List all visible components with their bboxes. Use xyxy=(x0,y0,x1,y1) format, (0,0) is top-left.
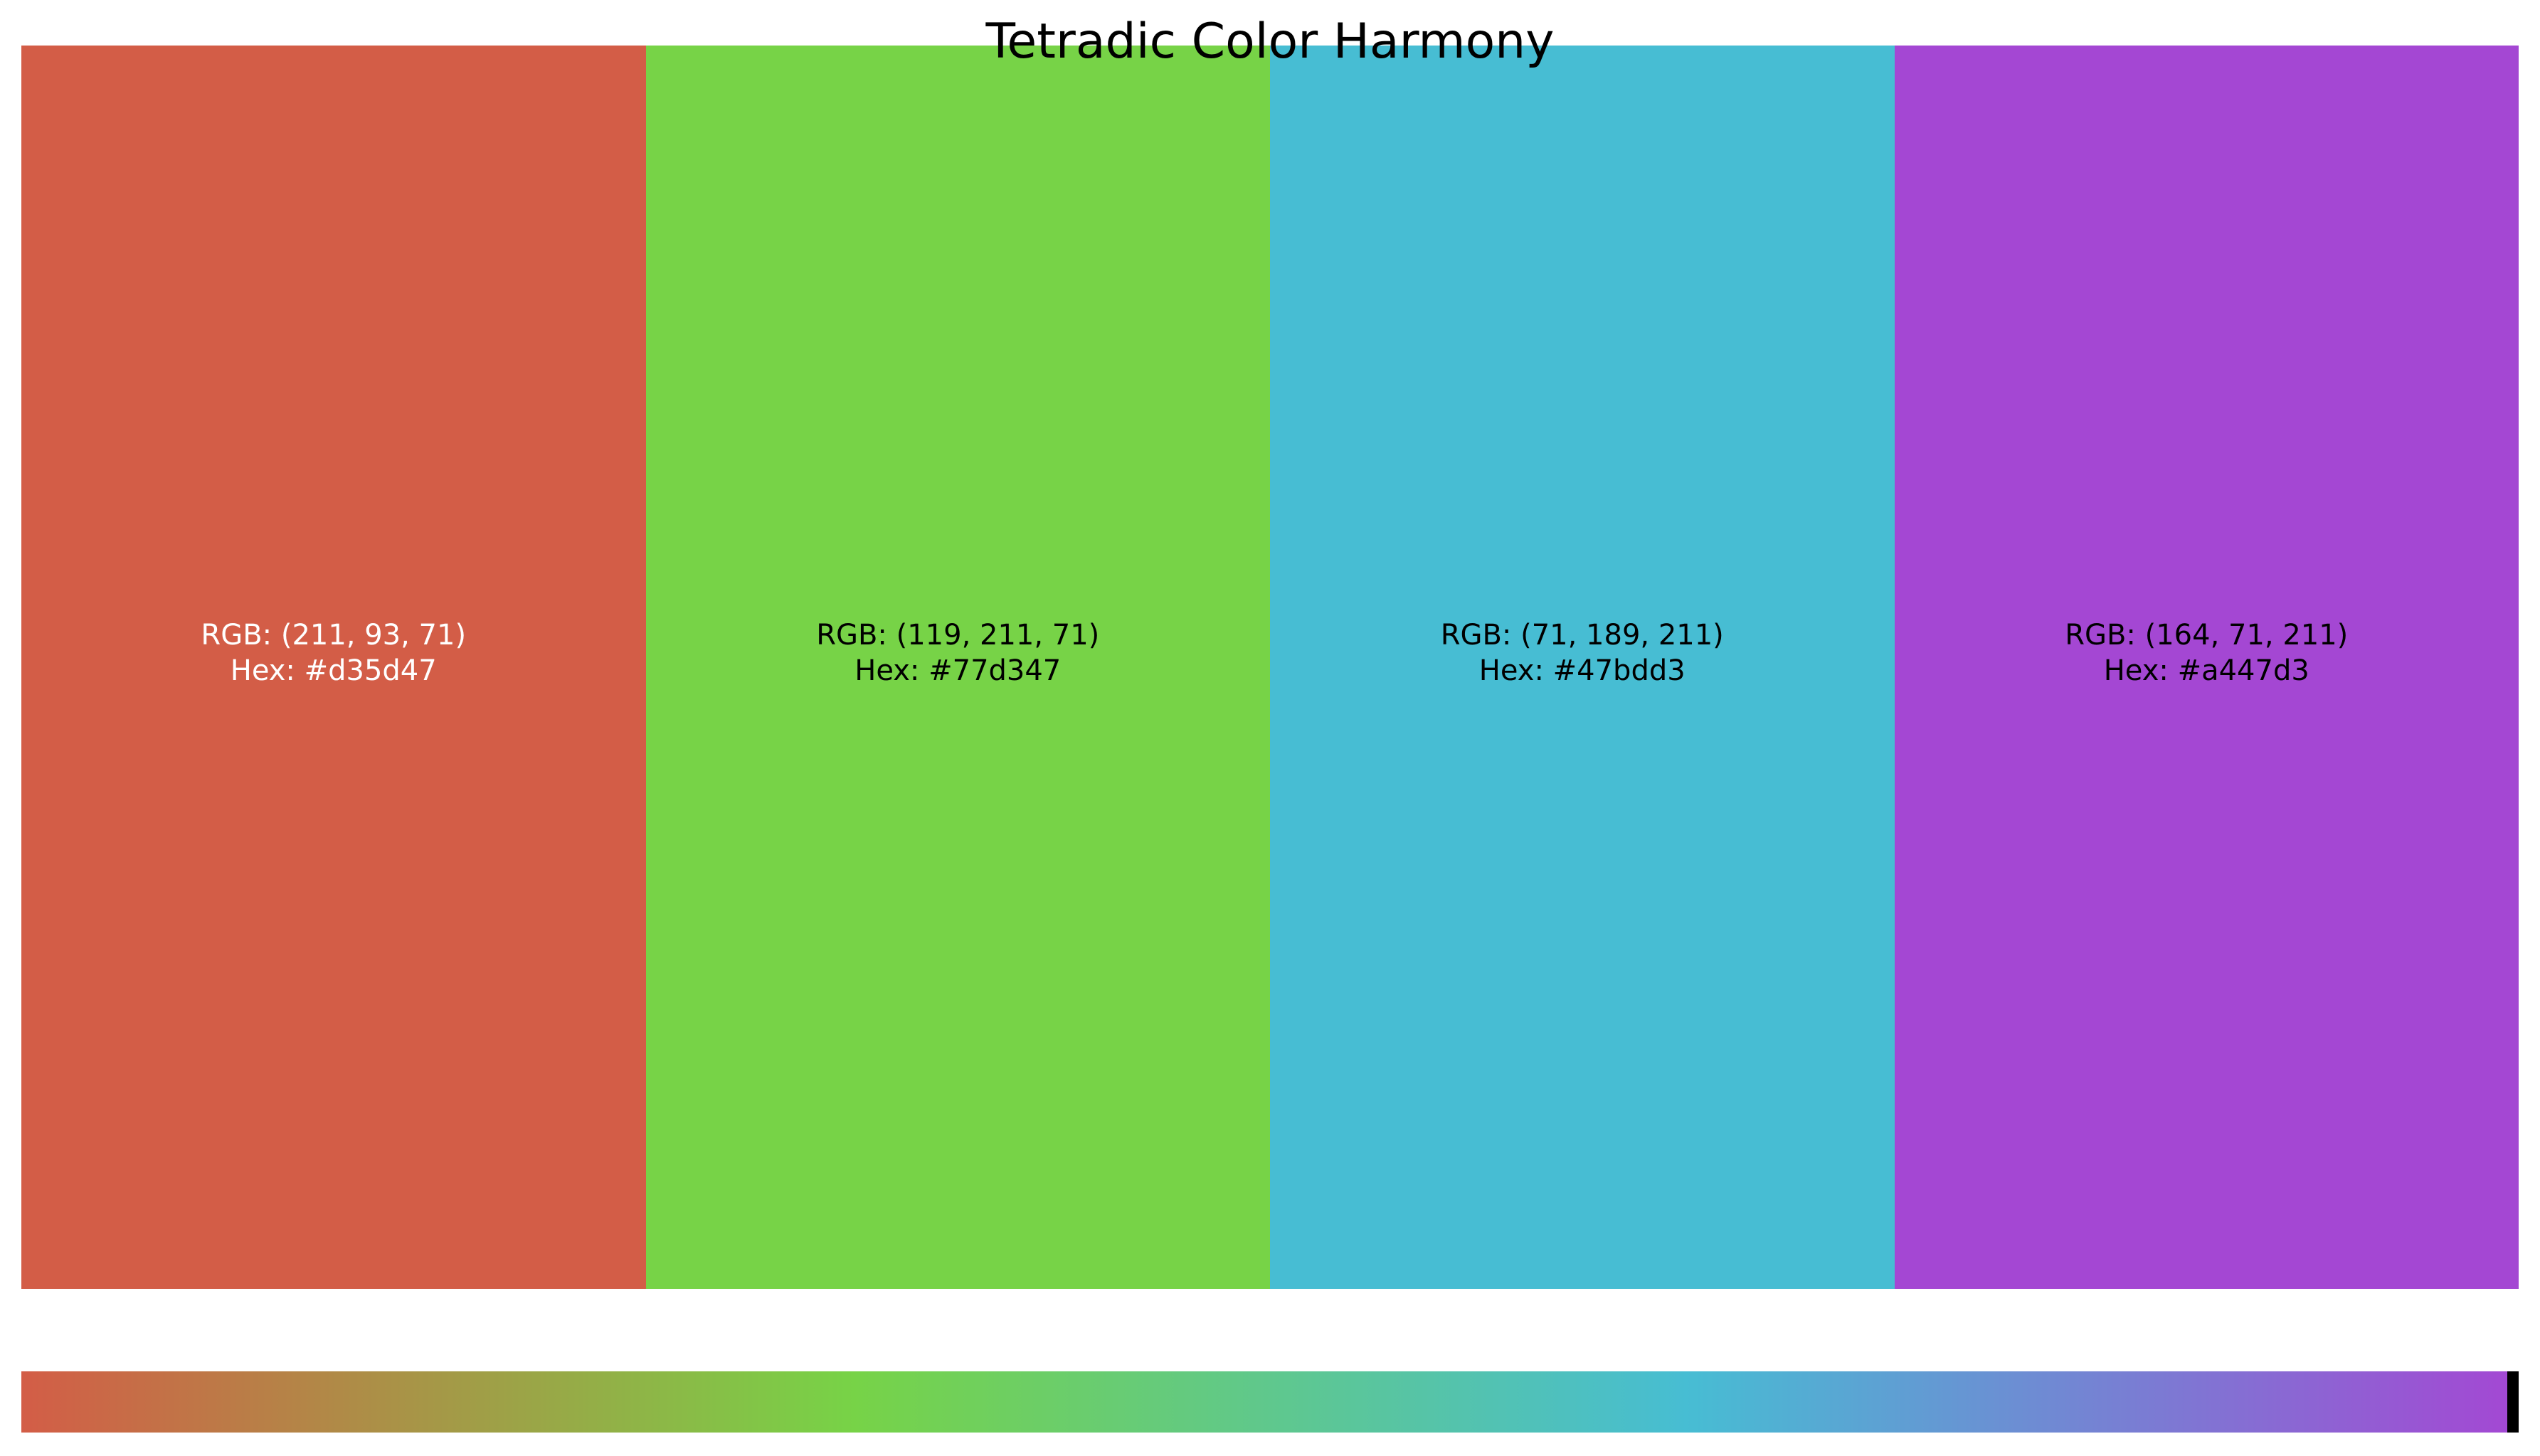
swatch-4: RGB: (164, 71, 211) Hex: #a447d3 xyxy=(1894,46,2519,1289)
swatch-row: RGB: (211, 93, 71) Hex: #d35d47 RGB: (11… xyxy=(21,46,2519,1289)
swatch-rgb-label: RGB: (164, 71, 211) xyxy=(2065,619,2349,652)
gradient-end-marker xyxy=(2507,1371,2519,1433)
swatch-hex-label: Hex: #77d347 xyxy=(854,654,1062,687)
swatch-hex-label: Hex: #d35d47 xyxy=(230,654,437,687)
swatch-1: RGB: (211, 93, 71) Hex: #d35d47 xyxy=(21,46,646,1289)
swatch-rgb-label: RGB: (211, 93, 71) xyxy=(201,619,467,652)
gradient-bar xyxy=(21,1371,2519,1433)
page-title: Tetradic Color Harmony xyxy=(985,14,1555,70)
swatch-hex-label: Hex: #a447d3 xyxy=(2103,654,2309,687)
swatch-rgb-label: RGB: (71, 189, 211) xyxy=(1440,619,1724,652)
swatch-2: RGB: (119, 211, 71) Hex: #77d347 xyxy=(645,46,1270,1289)
swatch-rgb-label: RGB: (119, 211, 71) xyxy=(816,619,1100,652)
swatch-hex-label: Hex: #47bdd3 xyxy=(1478,654,1686,687)
color-harmony-figure: Tetradic Color Harmony RGB: (211, 93, 71… xyxy=(0,0,2540,1456)
swatch-3: RGB: (71, 189, 211) Hex: #47bdd3 xyxy=(1270,46,1895,1289)
